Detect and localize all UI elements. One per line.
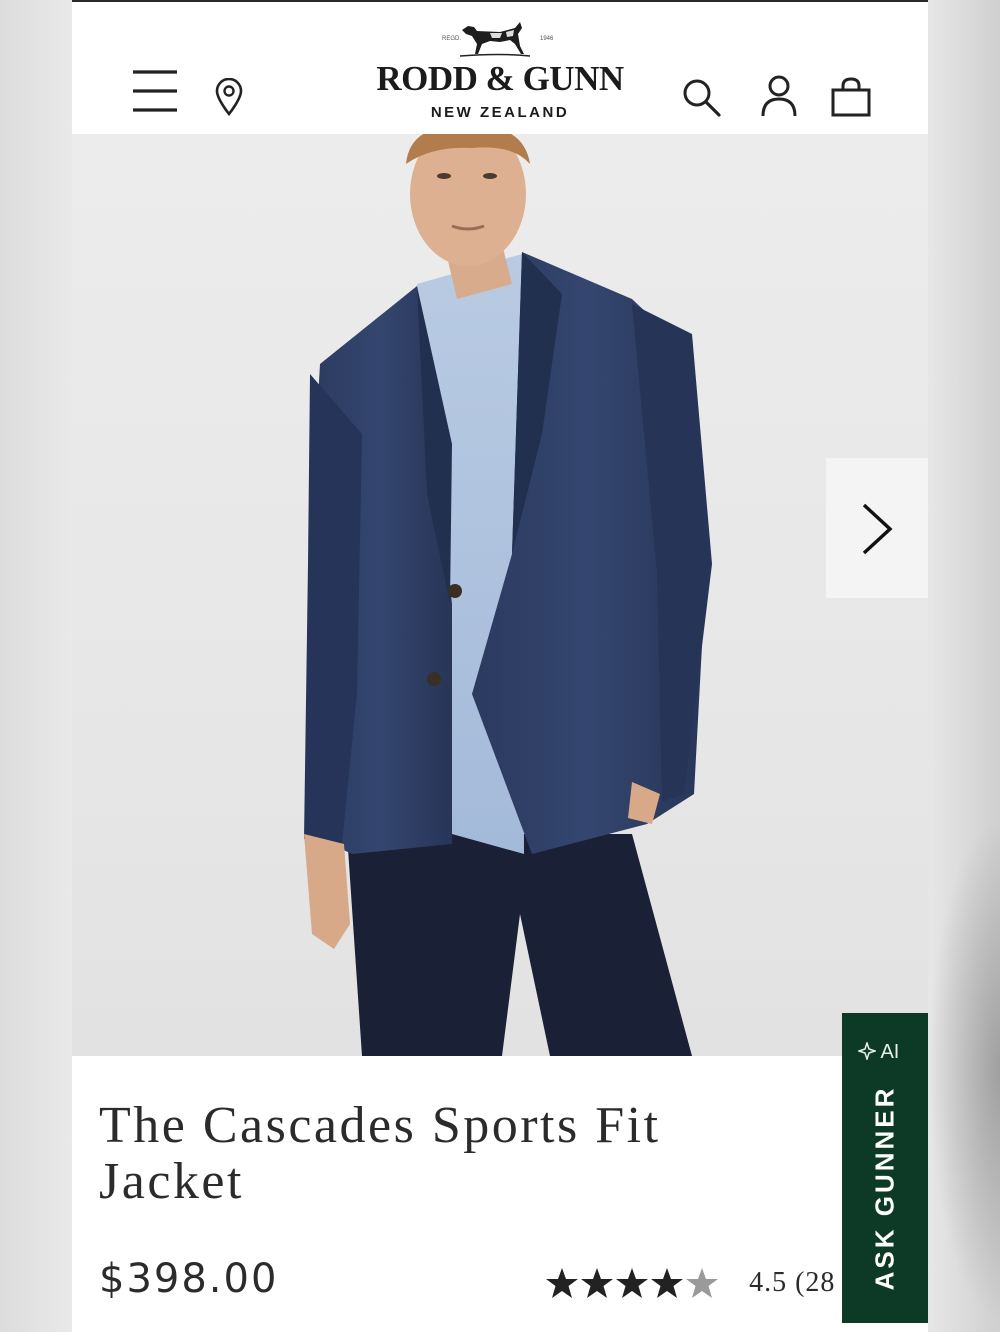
account-icon[interactable] [760,74,798,118]
ai-label: AI [880,1041,900,1063]
bag-icon[interactable] [830,76,872,118]
ask-gunner-label: ASK GUNNER [869,1085,900,1291]
ai-badge: AI [856,1040,900,1064]
chevron-right-icon [862,503,893,555]
search-icon[interactable] [682,78,722,118]
logo-regd-text: REGD. [442,36,462,42]
site-header: REGD. 1946 RODD & GUNN NEW ZEALAND [72,0,928,134]
menu-icon[interactable] [132,68,178,114]
brand-subtitle: NEW ZEALAND [430,104,570,121]
brand-logo[interactable]: REGD. 1946 RODD & GUNN NEW ZEALAND [350,16,650,126]
product-info: The Cascades Sports Fit Jacket $398.00 4… [72,1056,928,1332]
product-title: The Cascades Sports Fit Jacket [99,1097,661,1210]
product-page: REGD. 1946 RODD & GUNN NEW ZEALAND The C… [72,0,928,1332]
sparkle-icon [856,1040,878,1062]
next-image-button[interactable] [826,458,928,598]
product-price: $398.00 [99,1256,279,1302]
brand-name: RODD & GUNN [376,59,624,98]
rating-text: 4.5 (28 [749,1267,836,1298]
logo-year-text: 1946 [540,36,554,42]
ask-gunner-button[interactable]: AI ASK GUNNER [842,1013,928,1323]
model-in-jacket-illustration [304,134,712,1056]
background-edge [928,820,1000,1320]
star-rating-icon [546,1268,718,1298]
location-pin-icon[interactable] [215,78,243,116]
product-image[interactable] [72,134,928,1056]
product-rating[interactable]: 4.5 (28 [546,1266,835,1306]
